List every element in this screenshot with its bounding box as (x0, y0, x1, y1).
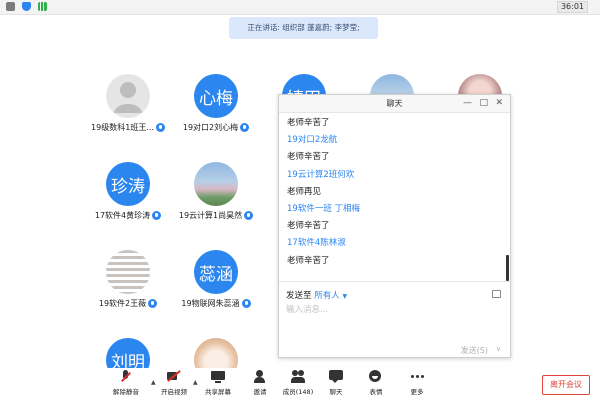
chat-message-list[interactable]: 老师辛苦了 19对口2龙航 老师辛苦了 19云计算2班何欢 老师再见 19软件一班 丁相梅… (279, 113, 510, 281)
participant-name: 17软件4黄珍涛 (83, 210, 173, 221)
microphone-icon (241, 299, 251, 308)
chat-panel[interactable]: 聊天 — □ ✕ 老师辛苦了 19对口2龙航 老师辛苦了 19云计算2班何欢 老师再见 1… (278, 94, 511, 358)
participant-name-text: 19物联网朱蕊涵 (181, 299, 240, 308)
avatar-initials: 珍涛 (111, 176, 145, 197)
more-label: 更多 (410, 388, 424, 396)
members-icon (291, 370, 305, 383)
audio-options-caret-icon[interactable]: ▲ (151, 379, 156, 386)
unmute-button[interactable]: 解除静音 (108, 370, 144, 396)
participant-tile[interactable]: 19软件2王薇 (83, 250, 173, 320)
send-button[interactable]: 发送(S) (461, 345, 488, 356)
participant-name: 19对口2刘心梅 (171, 122, 261, 133)
chat-title-bar[interactable]: 聊天 — □ ✕ (279, 95, 510, 113)
participant-tile[interactable]: 19云计算1尚昊然 (171, 162, 261, 232)
chat-sender-name[interactable]: 19对口2龙航 (287, 133, 337, 145)
participant-tile[interactable]: 蕊涵 19物联网朱蕊涵 (171, 250, 261, 320)
chat-message-text: 老师辛苦了 (287, 221, 330, 232)
participant-name-text: 19级数科1班王... (91, 123, 154, 132)
chat-input[interactable] (286, 303, 501, 317)
chat-title: 聊天 (386, 99, 403, 108)
microphone-icon (155, 123, 165, 132)
top-status-bar: 36:01 (0, 0, 600, 15)
file-icon[interactable] (492, 290, 501, 298)
chat-message-text: 老师辛苦了 (287, 255, 330, 266)
chat-sender-name[interactable]: 19软件一班 丁相梅 (287, 202, 360, 214)
emoji-label: 表情 (369, 388, 383, 396)
chat-icon (329, 370, 343, 383)
avatar: 蕊涵 (194, 250, 238, 294)
participant-tile[interactable]: 心梅 19对口2刘心梅 (171, 74, 261, 144)
unmute-label: 解除静音 (113, 388, 139, 396)
microphone-muted-icon (119, 370, 133, 383)
chevron-down-icon[interactable]: ▼ (342, 293, 347, 300)
participant-name-text: 19云计算1尚昊然 (178, 211, 243, 220)
minimize-icon[interactable]: — (463, 97, 472, 109)
members-button[interactable]: 成员(148) (280, 370, 316, 396)
start-video-label: 开启视频 (161, 388, 187, 396)
avatar-initials: 心梅 (199, 88, 233, 109)
video-options-caret-icon[interactable]: ▲ (193, 379, 198, 386)
invite-icon (253, 370, 267, 383)
person-silhouette-icon (114, 82, 142, 113)
send-to-label: 发送至 (286, 291, 312, 301)
avatar: 珍涛 (106, 162, 150, 206)
participant-name: 19云计算1尚昊然 (171, 210, 261, 221)
microphone-icon (148, 299, 158, 308)
send-to-target[interactable]: 所有人 (314, 291, 340, 301)
leave-meeting-button[interactable]: 离开会议 (542, 375, 590, 395)
microphone-icon (152, 211, 162, 220)
chat-label: 聊天 (329, 388, 343, 396)
send-to-selector[interactable]: 发送至 所有人 ▼ (286, 289, 347, 301)
meeting-toolbar: 解除静音 ▲ 开启视频 ▲ 共享屏幕 邀请 成员(148) 聊天 表情 更多 (0, 368, 600, 400)
microphone-icon (244, 211, 254, 220)
speaking-indicator: 正在讲话: 组织部 蓬嘉蔚; 李梦莹; (229, 17, 378, 39)
shield-icon[interactable] (22, 2, 31, 11)
avatar: 心梅 (194, 74, 238, 118)
participant-name-text: 17软件4黄珍涛 (94, 211, 151, 220)
start-video-button[interactable]: 开启视频 (156, 370, 192, 396)
close-icon[interactable]: ✕ (495, 97, 503, 109)
signal-icon (38, 2, 47, 11)
chat-sender-name[interactable]: 19云计算2班何欢 (287, 168, 354, 180)
invite-button[interactable]: 邀请 (242, 370, 278, 396)
participant-tile[interactable]: 珍涛 17软件4黄珍涛 (83, 162, 173, 232)
share-screen-button[interactable]: 共享屏幕 (200, 370, 236, 396)
avatar-initials: 蕊涵 (199, 264, 233, 285)
chat-message-text: 老师辛苦了 (287, 152, 330, 163)
participant-tile[interactable]: 19级数科1班王... (83, 74, 173, 144)
chat-compose-area: 发送至 所有人 ▼ 发送(S) ∨ (279, 281, 510, 358)
chat-message-text: 老师辛苦了 (287, 118, 330, 128)
chat-button[interactable]: 聊天 (318, 370, 354, 396)
participant-name-text: 19对口2刘心梅 (182, 123, 239, 132)
maximize-icon[interactable]: □ (479, 97, 488, 109)
share-screen-label: 共享屏幕 (205, 388, 231, 396)
avatar (106, 74, 150, 118)
avatar (106, 250, 150, 294)
send-options-icon[interactable]: ∨ (496, 345, 501, 353)
meeting-timer: 36:01 (556, 1, 588, 13)
participant-name: 19软件2王薇 (83, 298, 173, 309)
invite-label: 邀请 (253, 388, 267, 396)
share-screen-icon (211, 370, 225, 383)
emoji-button[interactable]: 表情 (358, 370, 394, 396)
participant-name: 19级数科1班王... (83, 122, 173, 133)
more-icon (410, 370, 424, 383)
participant-name-text: 19软件2王薇 (98, 299, 147, 308)
camera-off-icon (167, 370, 181, 383)
microphone-icon (240, 123, 250, 132)
chat-scrollbar[interactable] (506, 255, 509, 281)
participant-name: 19物联网朱蕊涵 (171, 298, 261, 309)
grid-icon[interactable] (6, 2, 15, 11)
emoji-icon (369, 370, 383, 383)
members-label: 成员(148) (282, 388, 314, 396)
avatar (194, 162, 238, 206)
chat-message-text: 老师再见 (287, 186, 322, 197)
more-button[interactable]: 更多 (399, 370, 435, 396)
chat-sender-name[interactable]: 17软件4陈林淑 (287, 236, 346, 248)
